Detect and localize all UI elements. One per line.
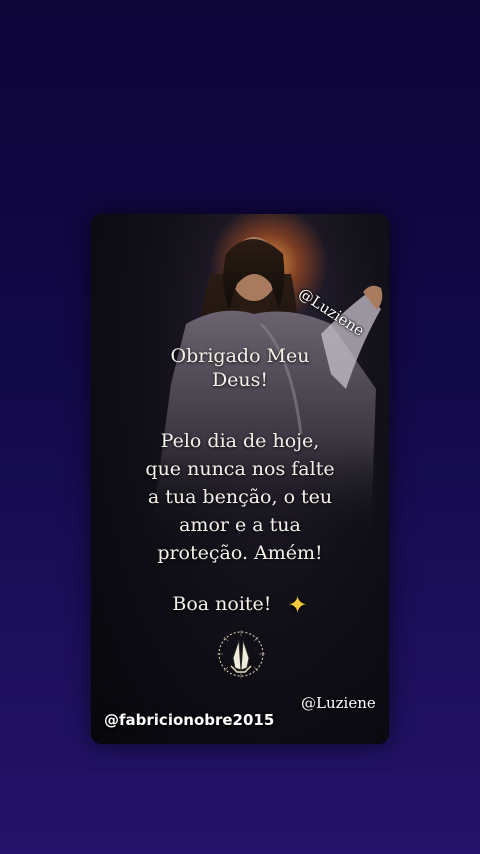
body-line: proteção. Amém! bbox=[157, 542, 323, 564]
body-line: amor e a tua bbox=[179, 514, 301, 536]
title-line: Obrigado Meu bbox=[170, 345, 310, 367]
body-line: que nunca nos falte bbox=[145, 458, 335, 480]
watermark-bottom: @Luziene bbox=[301, 694, 376, 712]
body-line: a tua benção, o teu bbox=[147, 486, 333, 508]
closing-line: Boa noite! ✦ bbox=[91, 592, 389, 617]
message-body: Pelo dia de hoje, que nunca nos falte a … bbox=[91, 427, 389, 567]
account-handle: @fabricionobre2015 bbox=[104, 711, 275, 729]
message-card: @Luziene Obrigado Meu Deus! Pelo dia de … bbox=[91, 214, 389, 744]
closing-text: Boa noite! bbox=[172, 593, 272, 615]
title-line: Deus! bbox=[211, 369, 269, 391]
sparkling-star-icon: ✦ bbox=[287, 591, 308, 619]
message-title: Obrigado Meu Deus! bbox=[91, 344, 389, 392]
body-line: Pelo dia de hoje, bbox=[160, 430, 320, 452]
praying-hands-icon bbox=[217, 630, 265, 678]
